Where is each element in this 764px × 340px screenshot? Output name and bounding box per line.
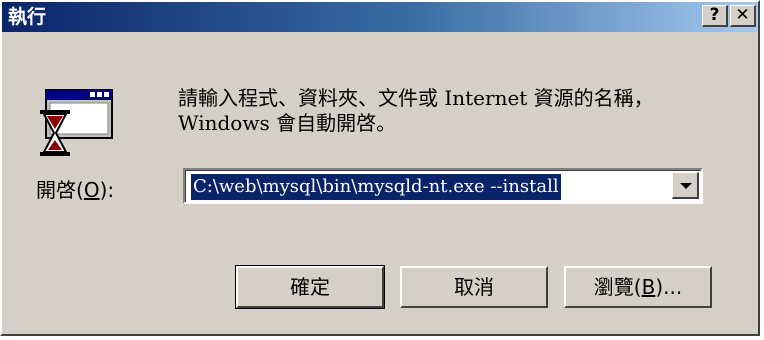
help-button[interactable]: ? [702, 5, 728, 27]
open-label: 開啓(O): [36, 178, 115, 202]
browse-button[interactable]: 瀏覽(B)... [564, 266, 712, 308]
close-button[interactable]: ✕ [730, 5, 756, 27]
command-combobox[interactable]: C:\web\mysql\bin\mysqld-nt.exe --install [183, 168, 703, 204]
window-title: 執行 [8, 6, 47, 28]
instruction-text: 請輸入程式、資料夾、文件或 Internet 資源的名稱， Windows 會自… [178, 86, 654, 135]
title-bar[interactable]: 執行 ? ✕ [2, 2, 758, 32]
dropdown-arrow-button[interactable] [672, 172, 699, 199]
cancel-button[interactable]: 取消 [400, 266, 548, 308]
run-dialog: 執行 ? ✕ 請輸入程式、資料夾、文件或 Internet 資源的名稱， Win… [0, 0, 760, 336]
ok-button[interactable]: 確定 [235, 265, 385, 309]
run-program-hourglass-icon [40, 89, 113, 156]
command-input[interactable]: C:\web\mysql\bin\mysqld-nt.exe --install [191, 174, 561, 200]
